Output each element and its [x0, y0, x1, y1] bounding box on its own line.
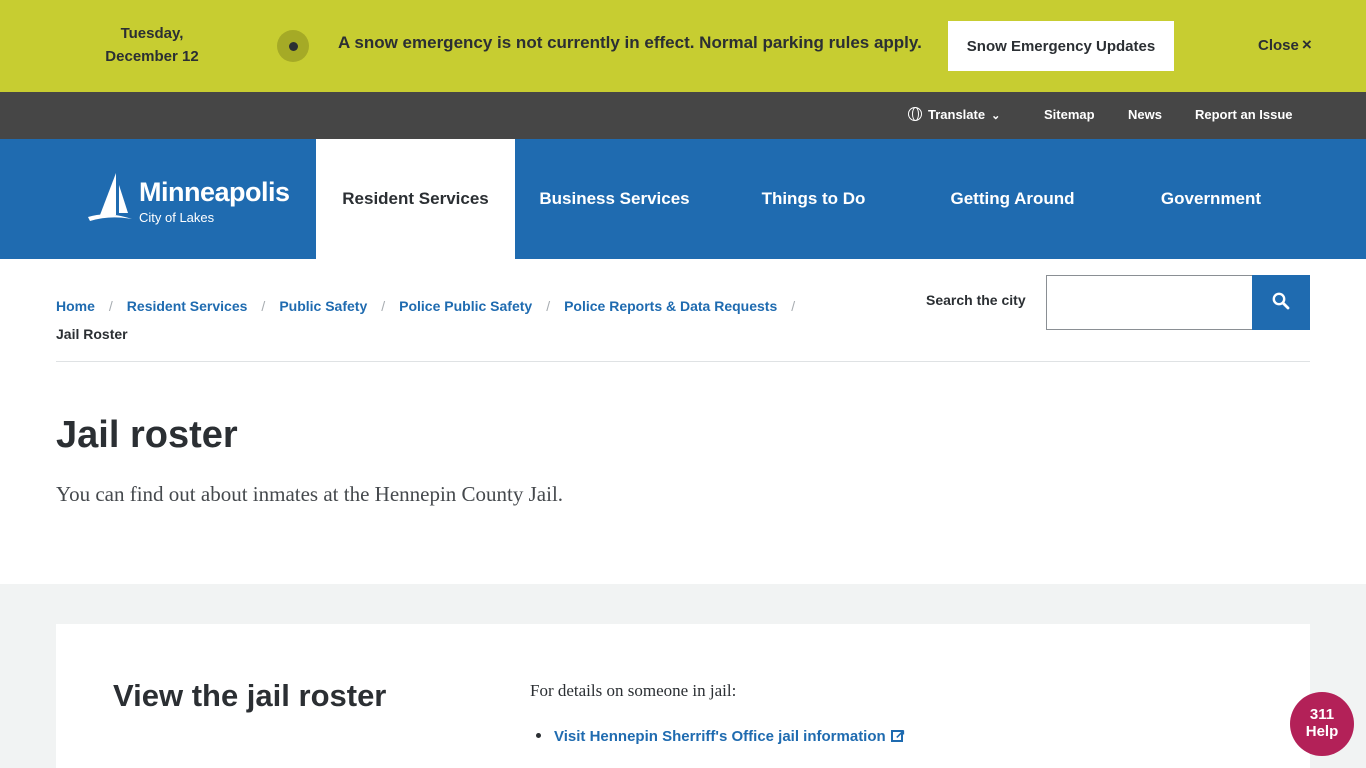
breadcrumb-current: Jail Roster	[56, 326, 128, 342]
banner-message: A snow emergency is not currently in eff…	[338, 33, 922, 52]
snow-emergency-updates-button[interactable]: Snow Emergency Updates	[948, 21, 1174, 71]
hennepin-sheriff-link[interactable]: Visit Hennepin Sherriff's Office jail in…	[554, 728, 886, 745]
status-dot-icon	[277, 30, 309, 62]
help-311-button[interactable]: 311 Help	[1290, 692, 1354, 756]
search-input[interactable]	[1046, 275, 1253, 330]
banner-date-day: December 12	[105, 48, 199, 65]
snow-emergency-banner: Tuesday, December 12 A snow emergency is…	[0, 0, 1366, 92]
nav-business-services[interactable]: Business Services	[515, 139, 714, 259]
banner-close-label: Close	[1258, 37, 1299, 54]
breadcrumb-home[interactable]: Home	[56, 298, 95, 314]
search-button[interactable]	[1252, 275, 1310, 330]
close-icon: ×	[1301, 35, 1312, 54]
page-title: Jail roster	[56, 414, 238, 456]
banner-date-weekday: Tuesday,	[120, 25, 184, 42]
card-intro: For details on someone in jail:	[530, 681, 737, 700]
nav-things-to-do[interactable]: Things to Do	[714, 139, 913, 259]
breadcrumb-separator: /	[108, 298, 113, 314]
news-link[interactable]: News	[1128, 107, 1162, 122]
globe-icon	[908, 107, 922, 121]
nav-resident-services[interactable]: Resident Services	[316, 139, 515, 259]
chevron-down-icon: ⌄	[991, 110, 1001, 122]
logo-title: Minneapolis	[139, 177, 290, 207]
breadcrumb-resident-services[interactable]: Resident Services	[127, 298, 248, 314]
breadcrumb-separator: /	[381, 298, 386, 314]
help-number: 311	[1309, 706, 1335, 723]
search-label: Search the city	[926, 292, 1026, 308]
nav-government[interactable]: Government	[1112, 139, 1310, 259]
list-item: Visit Hennepin Sherriff's Office jail in…	[536, 723, 906, 748]
breadcrumb-separator: /	[261, 298, 266, 314]
banner-date: Tuesday, December 12	[88, 22, 216, 68]
minneapolis-logo[interactable]: Minneapolis City of Lakes	[86, 171, 290, 231]
sailboat-logo-icon	[88, 173, 132, 221]
breadcrumb: Home / Resident Services / Public Safety / Pol…	[56, 292, 856, 348]
external-link-icon	[890, 723, 906, 745]
translate-label: Translate	[928, 107, 986, 122]
page-lede: You can find out about inmates at the He…	[56, 482, 564, 506]
utility-bar: Translate ⌄ Sitemap News Report an Issue	[0, 92, 1366, 139]
card-title: View the jail roster	[113, 678, 387, 713]
breadcrumb-separator: /	[546, 298, 551, 314]
bullet	[536, 733, 541, 738]
nav-getting-around[interactable]: Getting Around	[913, 139, 1112, 259]
sitemap-link[interactable]: Sitemap	[1044, 107, 1095, 122]
report-issue-link[interactable]: Report an Issue	[1195, 107, 1293, 122]
translate-menu[interactable]: Translate ⌄	[908, 107, 1000, 122]
header-divider	[56, 361, 1310, 362]
breadcrumb-police-reports[interactable]: Police Reports & Data Requests	[564, 298, 777, 314]
card-link-list: Visit Hennepin Sherriff's Office jail in…	[536, 723, 906, 748]
help-label: Help	[1305, 723, 1339, 740]
banner-close-button[interactable]: Close ×	[1258, 35, 1312, 55]
logo-subtitle: City of Lakes	[139, 210, 215, 225]
main-nav: Minneapolis City of Lakes Resident Servi…	[0, 139, 1366, 259]
breadcrumb-public-safety[interactable]: Public Safety	[279, 298, 367, 314]
search-icon	[1272, 292, 1290, 310]
breadcrumb-separator: /	[791, 298, 796, 314]
breadcrumb-police-public-safety[interactable]: Police Public Safety	[399, 298, 532, 314]
